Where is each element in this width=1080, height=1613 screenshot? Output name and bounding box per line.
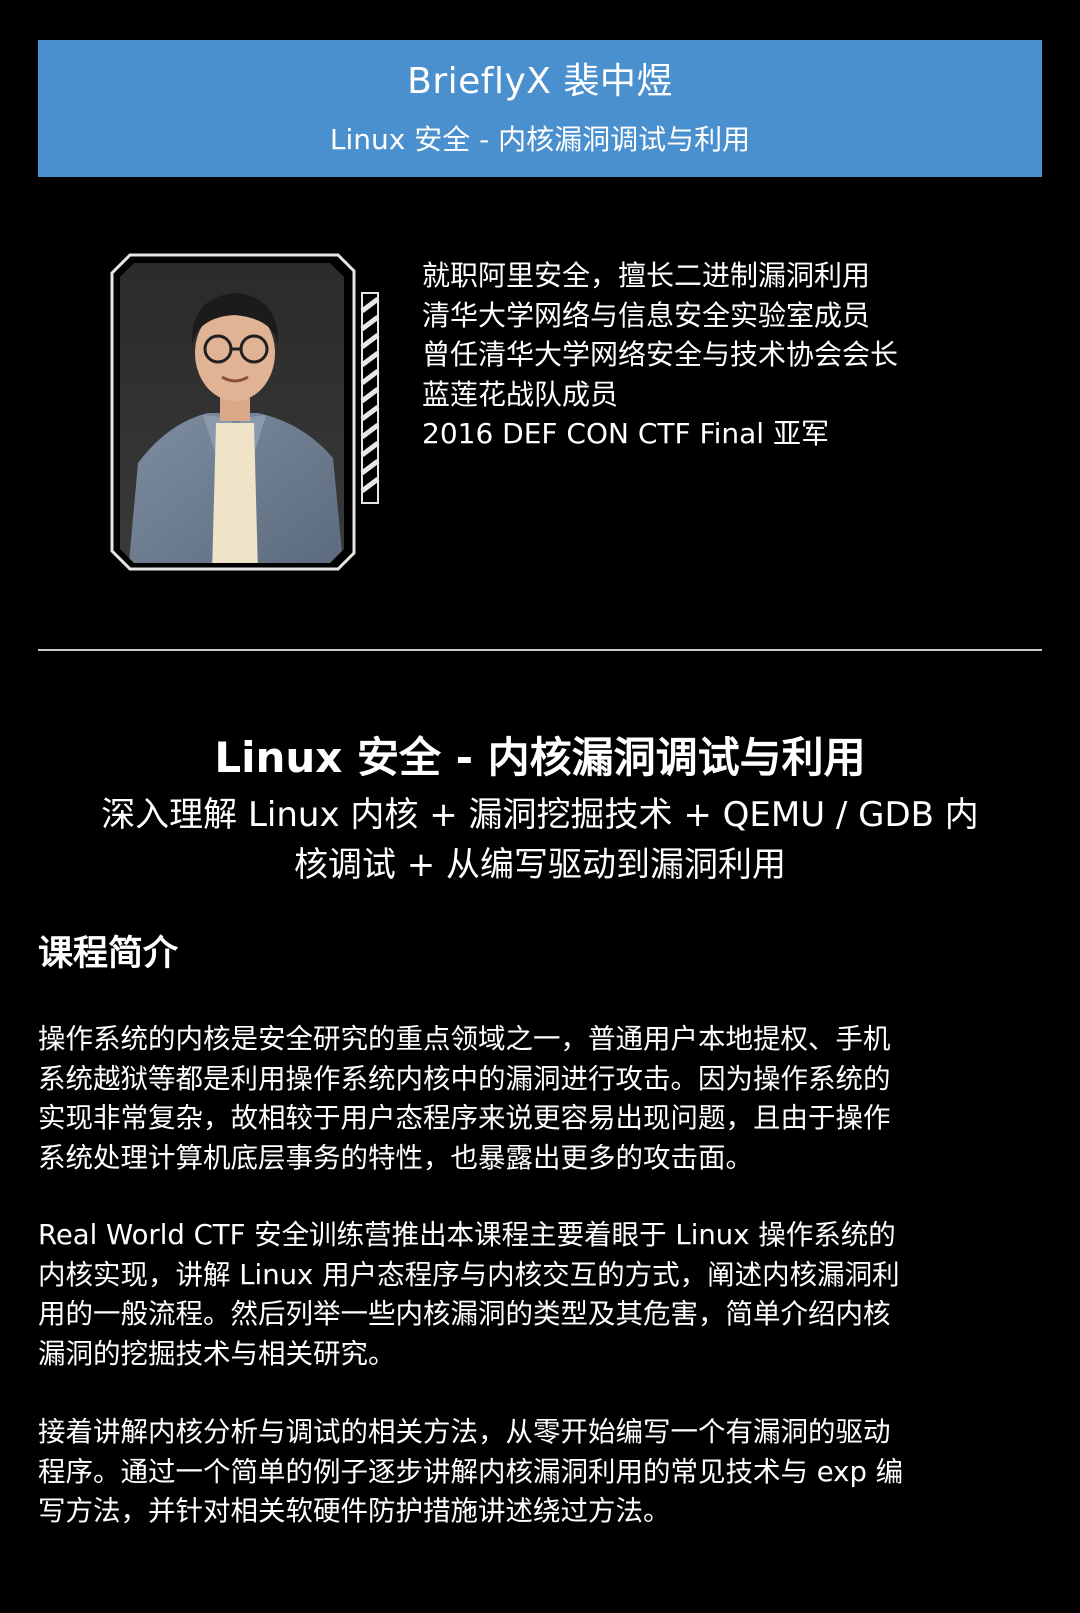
paragraph-line: 操作系统的内核是安全研究的重点领域之一，普通用户本地提权、手机 — [38, 1023, 891, 1055]
course-subtitle: 深入理解 Linux 内核 + 漏洞挖掘技术 + QEMU / GDB 内 核调… — [48, 790, 1032, 890]
header-course-subtitle: Linux 安全 - 内核漏洞调试与利用 — [329, 123, 751, 156]
paragraph-line: 写方法，并针对相关软硬件防护措施讲述绕过方法。 — [38, 1495, 671, 1527]
speaker-bio: 就职阿里安全，擅长二进制漏洞利用 清华大学网络与信息安全实验室成员 曾任清华大学… — [422, 256, 1042, 454]
bio-line: 2016 DEF CON CTF Final 亚军 — [422, 417, 829, 450]
section-divider — [38, 649, 1042, 651]
paragraph-line: 漏洞的挖掘技术与相关研究。 — [38, 1337, 396, 1370]
bio-line: 蓝莲花战队成员 — [422, 377, 619, 411]
bio-line: 清华大学网络与信息安全实验室成员 — [422, 298, 871, 332]
paragraph-line: 系统越狱等都是利用操作系统内核中的漏洞进行攻击。因为操作系统的 — [38, 1062, 891, 1095]
course-subtitle-line: 深入理解 Linux 内核 + 漏洞挖掘技术 + QEMU / GDB 内 — [101, 795, 979, 835]
intro-heading: 课程简介 — [38, 934, 179, 974]
paragraph-line: 内核实现，讲解 Linux 用户态程序与内核交互的方式，阐述内核漏洞利 — [38, 1258, 900, 1291]
header-banner: BrieflyX 裴中煜 Linux 安全 - 内核漏洞调试与利用 — [38, 40, 1042, 177]
speaker-name: BrieflyX 裴中煜 — [407, 61, 673, 102]
bio-line: 就职阿里安全，擅长二进制漏洞利用 — [422, 259, 871, 292]
course-subtitle-line: 核调试 + 从编写驱动到漏洞利用 — [293, 845, 787, 885]
paragraph-line: Real World CTF 安全训练营推出本课程主要着眼于 Linux 操作系… — [38, 1219, 896, 1251]
frame-stripes — [360, 292, 380, 504]
paragraph-line: 实现非常复杂，故相较于用户态程序来说更容易出现问题，且由于操作 — [38, 1102, 891, 1134]
portrait-frame — [110, 253, 380, 571]
course-title: Linux 安全 - 内核漏洞调试与利用 — [214, 733, 866, 782]
intro-paragraph: Real World CTF 安全训练营推出本课程主要着眼于 Linux 操作系… — [38, 1216, 1048, 1374]
paragraph-line: 用的一般流程。然后列举一些内核漏洞的类型及其危害，简单介绍内核 — [38, 1298, 891, 1330]
intro-paragraph: 接着讲解内核分析与调试的相关方法，从零开始编写一个有漏洞的驱动 程序。通过一个简… — [38, 1413, 1048, 1532]
intro-paragraph: 操作系统的内核是安全研究的重点领域之一，普通用户本地提权、手机 系统越狱等都是利… — [38, 1020, 1048, 1178]
paragraph-line: 接着讲解内核分析与调试的相关方法，从零开始编写一个有漏洞的驱动 — [38, 1416, 891, 1448]
bio-line: 曾任清华大学网络安全与技术协会会长 — [422, 338, 899, 371]
speaker-portrait — [108, 253, 398, 573]
paragraph-line: 程序。通过一个简单的例子逐步讲解内核漏洞利用的常见技术与 exp 编 — [38, 1455, 904, 1488]
paragraph-line: 系统处理计算机底层事务的特性，也暴露出更多的攻击面。 — [38, 1141, 753, 1174]
